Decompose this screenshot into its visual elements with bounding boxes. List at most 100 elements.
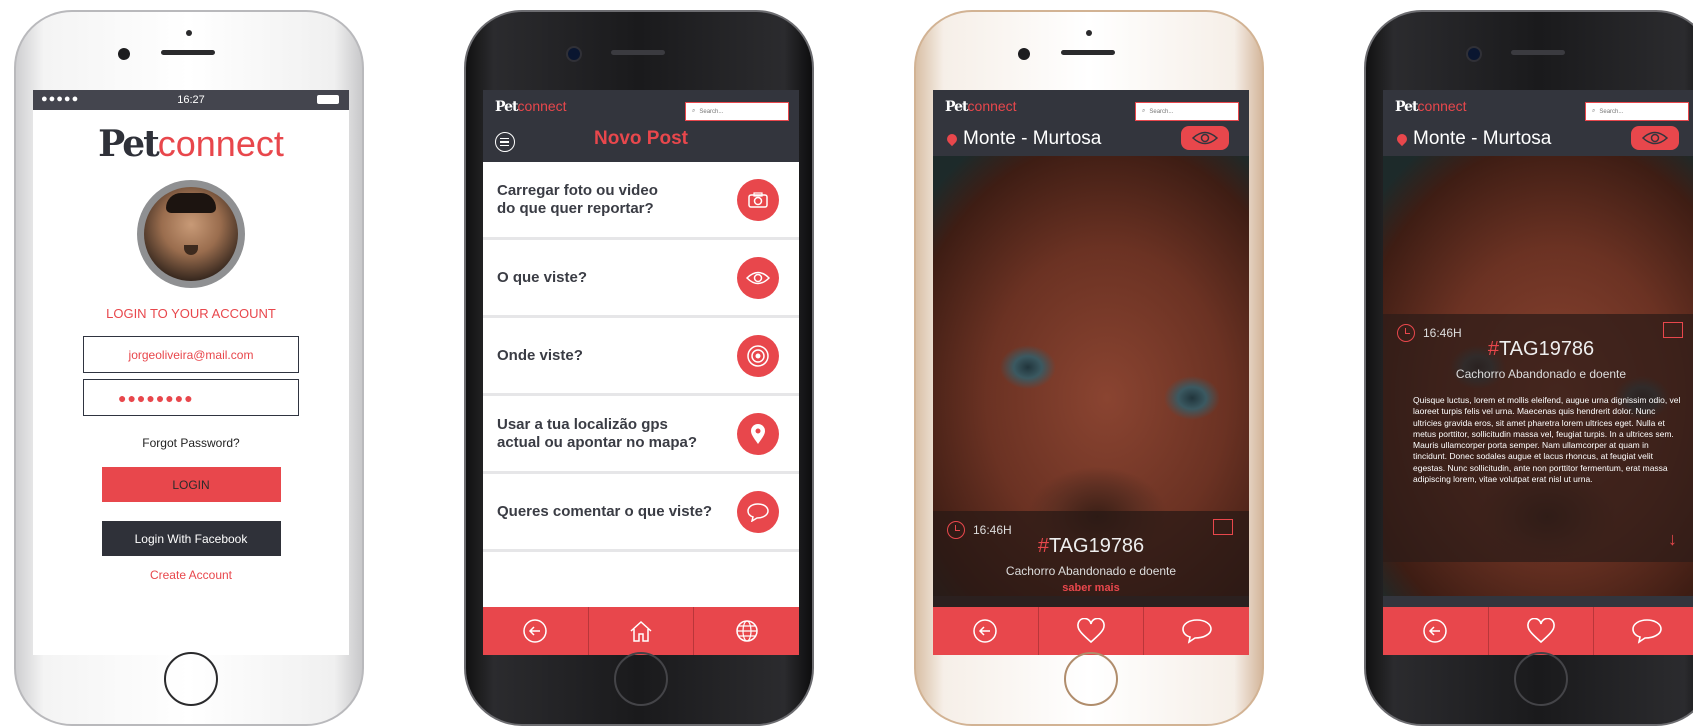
post-info-panel: 16:46H #TAG19786 Cachorro Abandonado e d… [933,511,1249,607]
logo-connect: connect [1417,98,1467,114]
eye-icon[interactable] [737,256,779,299]
logo-pet: Pet [945,99,969,115]
forgot-password-link[interactable]: Forgot Password? [33,436,349,450]
option-label: Onde viste? [497,346,583,364]
facebook-login-button[interactable]: Login With Facebook [101,521,281,556]
arrow-down-icon[interactable]: ↓ [1668,529,1677,550]
comment-icon[interactable] [1144,607,1249,655]
create-account-link[interactable]: Create Account [33,568,349,582]
home-button[interactable] [614,652,668,706]
search-input[interactable]: ⌕ Search... [685,102,789,121]
bottom-nav [483,607,799,655]
clock-icon [947,521,965,539]
target-icon[interactable] [737,334,779,377]
back-icon[interactable] [1383,607,1489,655]
logo-pet: Pet [1395,99,1419,115]
phone-detail: Petconnect ⌕ Search... Monte - Murtosa 16… [914,10,1264,726]
post-option-location[interactable]: Usar a tua localizão gps actual ou aponta… [483,396,799,474]
login-title: LOGIN TO YOUR ACCOUNT [106,306,276,321]
signal-icon: ●●●●● [41,93,80,105]
read-more-link[interactable]: saber mais [933,582,1249,594]
phone-expanded: Petconnect ⌕ Search... Monte - Murtosa 16… [1364,10,1693,726]
phone-login: ●●●●● 16:27 Petconnect LOGIN TO YOUR ACC… [14,10,364,726]
front-camera [118,48,130,60]
home-button[interactable] [1064,652,1118,706]
home-button[interactable] [164,652,218,706]
comment-icon[interactable] [737,490,779,533]
bottom-nav [1383,607,1693,655]
password-field[interactable]: ●●●●●●●● [83,379,299,416]
location-text: Monte - Murtosa [1413,128,1552,149]
phone-new-post: Petconnect ⌕ Search... Novo Post Carregar… [464,10,814,726]
login-screen: ●●●●● 16:27 Petconnect LOGIN TO YOUR ACC… [33,90,349,655]
heart-icon[interactable] [1039,607,1145,655]
sensor [186,30,192,36]
gallery-icon[interactable] [1213,519,1233,535]
comment-icon[interactable] [1594,607,1693,655]
search-icon: ⌕ [1142,108,1146,114]
home-icon[interactable] [589,607,695,655]
speaker [161,50,215,55]
speaker [1511,50,1565,55]
back-icon[interactable] [933,607,1039,655]
login-button[interactable]: LOGIN [101,467,281,502]
post-option-where[interactable]: Onde viste? [483,318,799,396]
search-input[interactable]: ⌕ Search... [1585,102,1689,121]
eye-icon [1192,131,1218,145]
option-label: Queres comentar o que viste? [497,502,713,520]
camera-icon[interactable] [737,178,779,221]
avatar-photo [144,187,238,281]
search-placeholder: Search... [699,108,724,115]
status-bar: ●●●●● 16:27 [33,90,349,110]
post-subtitle: Cachorro Abandonado e doente [1005,564,1177,578]
app-header: Petconnect ⌕ Search... Monte - Murtosa [933,90,1249,156]
app-logo: Petconnect [495,98,567,115]
detail-screen: Petconnect ⌕ Search... Monte - Murtosa 16… [933,90,1249,655]
search-placeholder: Search... [1149,108,1174,115]
front-camera [568,48,580,60]
bottom-nav [933,607,1249,655]
eye-icon [1642,131,1668,145]
logo-pet: Pet [495,99,519,115]
post-option-comment[interactable]: Queres comentar o que viste? [483,474,799,552]
heart-icon[interactable] [1489,607,1595,655]
eye-toggle-button[interactable] [1181,126,1229,150]
search-icon: ⌕ [1592,108,1596,114]
post-option-what[interactable]: O que viste? [483,240,799,318]
clock-icon [1397,324,1415,342]
location-label: Monte - Murtosa [944,128,1102,150]
back-icon[interactable] [483,607,589,655]
gallery-icon[interactable] [1663,322,1683,338]
page-title: Novo Post [594,128,688,149]
search-placeholder: Search... [1599,108,1624,115]
app-logo: Petconnect [945,98,1017,115]
status-time: 16:27 [177,94,205,106]
new-post-screen: Petconnect ⌕ Search... Novo Post Carregar… [483,90,799,655]
avatar [137,180,245,288]
post-description: Quisque luctus, lorem et mollis eleifend… [1413,395,1681,485]
post-detail-panel: 16:46H #TAG19786 Cachorro Abandonado e d… [1383,314,1693,562]
sensor [1086,30,1092,36]
option-label: Usar a tua localizão gps actual ou aponta… [497,415,698,451]
eye-toggle-button[interactable] [1631,126,1679,150]
app-header: Petconnect ⌕ Search... Monte - Murtosa [1383,90,1693,156]
location-pin-icon [944,131,960,147]
front-camera [1468,48,1480,60]
location-pin-icon [1394,131,1410,147]
logo-connect: connect [157,123,284,164]
post-option-upload[interactable]: Carregar foto ou video do que quer report… [483,162,799,240]
search-input[interactable]: ⌕ Search... [1135,102,1239,121]
home-button[interactable] [1514,652,1568,706]
location-pin-icon[interactable] [737,412,779,455]
globe-icon[interactable] [694,607,799,655]
location-label: Monte - Murtosa [1394,128,1552,150]
email-field[interactable]: jorgeoliveira@mail.com [83,336,299,373]
front-camera [1018,48,1030,60]
logo-connect: connect [517,98,567,114]
location-text: Monte - Murtosa [963,128,1102,149]
speaker [1061,50,1115,55]
app-logo: Petconnect [1395,98,1467,115]
option-label: Carregar foto ou video do que quer report… [497,181,658,217]
battery-icon [317,95,339,104]
post-time: 16:46H [973,523,1012,537]
